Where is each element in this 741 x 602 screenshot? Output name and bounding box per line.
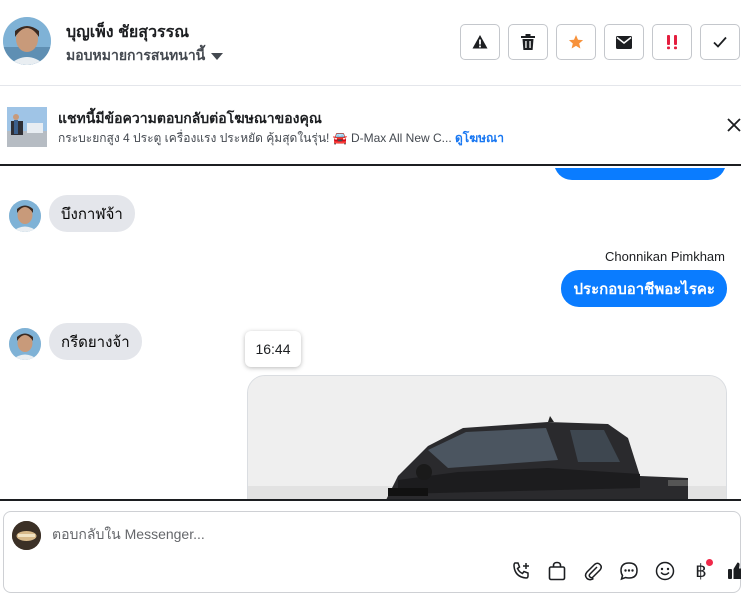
shop-button[interactable] xyxy=(545,559,569,583)
phone-plus-icon xyxy=(513,562,529,579)
mark-done-button[interactable] xyxy=(700,24,740,60)
notification-dot xyxy=(706,559,713,566)
message-thread[interactable]: บึงกาฬจ้า Chonnikan Pimkham ประกอบอาชีพอ… xyxy=(0,168,741,499)
assign-conversation-dropdown[interactable]: มอบหมายการสนทนานี้ xyxy=(66,45,224,67)
warning-icon xyxy=(472,35,488,49)
close-banner-button[interactable] xyxy=(727,118,741,134)
message-composer: ฿ xyxy=(3,511,741,593)
conversation-actions xyxy=(460,24,740,60)
ad-description: กระบะยกสูง 4 ประตู เครื่องแรง ประหยัด คุ… xyxy=(58,129,504,148)
baht-icon: ฿ xyxy=(695,560,707,581)
sender-name: Chonnikan Pimkham xyxy=(605,249,725,264)
mark-urgent-button[interactable] xyxy=(652,24,692,60)
attach-file-button[interactable] xyxy=(581,559,605,583)
contact-avatar[interactable] xyxy=(3,17,51,65)
trash-icon xyxy=(521,34,535,50)
ad-text: กระบะยกสูง 4 ประตู เครื่องแรง ประหยัด คุ… xyxy=(58,131,452,145)
composer-toolbar: ฿ xyxy=(509,559,741,583)
saved-replies-button[interactable] xyxy=(617,559,641,583)
urgent-icon xyxy=(667,35,677,50)
assign-label: มอบหมายการสนทนานี้ xyxy=(66,47,206,63)
banner-title: แชทนี้มีข้อความตอบกลับต่อโฆษณาของคุณ xyxy=(58,110,322,126)
like-button[interactable] xyxy=(725,559,741,583)
contact-avatar-small[interactable] xyxy=(9,200,41,232)
star-button[interactable] xyxy=(556,24,596,60)
reply-input[interactable] xyxy=(52,526,652,542)
timestamp-tooltip: 16:44 xyxy=(245,331,301,367)
star-icon xyxy=(568,35,584,49)
paperclip-icon xyxy=(584,562,602,581)
shopping-bag-icon xyxy=(548,561,566,581)
call-button[interactable] xyxy=(509,559,533,583)
payment-button[interactable]: ฿ xyxy=(689,559,713,583)
message-bubble-outgoing[interactable]: ประกอบอาชีพอะไรคะ xyxy=(561,270,727,307)
message-bubble-outgoing-partial[interactable] xyxy=(554,168,726,180)
see-ad-link[interactable]: ดูโฆษณา xyxy=(455,131,504,145)
composer-divider xyxy=(0,499,741,501)
check-icon xyxy=(713,36,727,48)
photo-attachment[interactable] xyxy=(247,375,727,499)
emoji-button[interactable] xyxy=(653,559,677,583)
contact-avatar-small[interactable] xyxy=(9,328,41,360)
mail-icon xyxy=(616,35,632,49)
pickup-truck-image xyxy=(248,376,726,499)
mark-unread-button[interactable] xyxy=(604,24,644,60)
message-bubble-incoming[interactable]: บึงกาฬจ้า xyxy=(49,195,135,232)
ad-reply-banner: แชทนี้มีข้อความตอบกลับต่อโฆษณาของคุณ กระ… xyxy=(0,87,741,166)
conversation-header: บุญเพ็ง ชัยสุวรรณ มอบหมายการสนทนานี้ xyxy=(0,0,741,86)
thumbs-up-icon xyxy=(728,562,741,579)
message-bubble-incoming[interactable]: กรีดยางจ้า xyxy=(49,323,142,360)
mark-spam-button[interactable] xyxy=(460,24,500,60)
page-avatar xyxy=(12,521,41,550)
contact-name[interactable]: บุญเพ็ง ชัยสุวรรณ xyxy=(66,20,189,45)
caret-down-icon xyxy=(211,53,224,60)
delete-button[interactable] xyxy=(508,24,548,60)
chat-bubble-icon xyxy=(620,562,638,581)
close-icon xyxy=(727,118,741,132)
smiley-icon xyxy=(655,561,675,581)
ad-thumbnail[interactable] xyxy=(7,107,47,147)
